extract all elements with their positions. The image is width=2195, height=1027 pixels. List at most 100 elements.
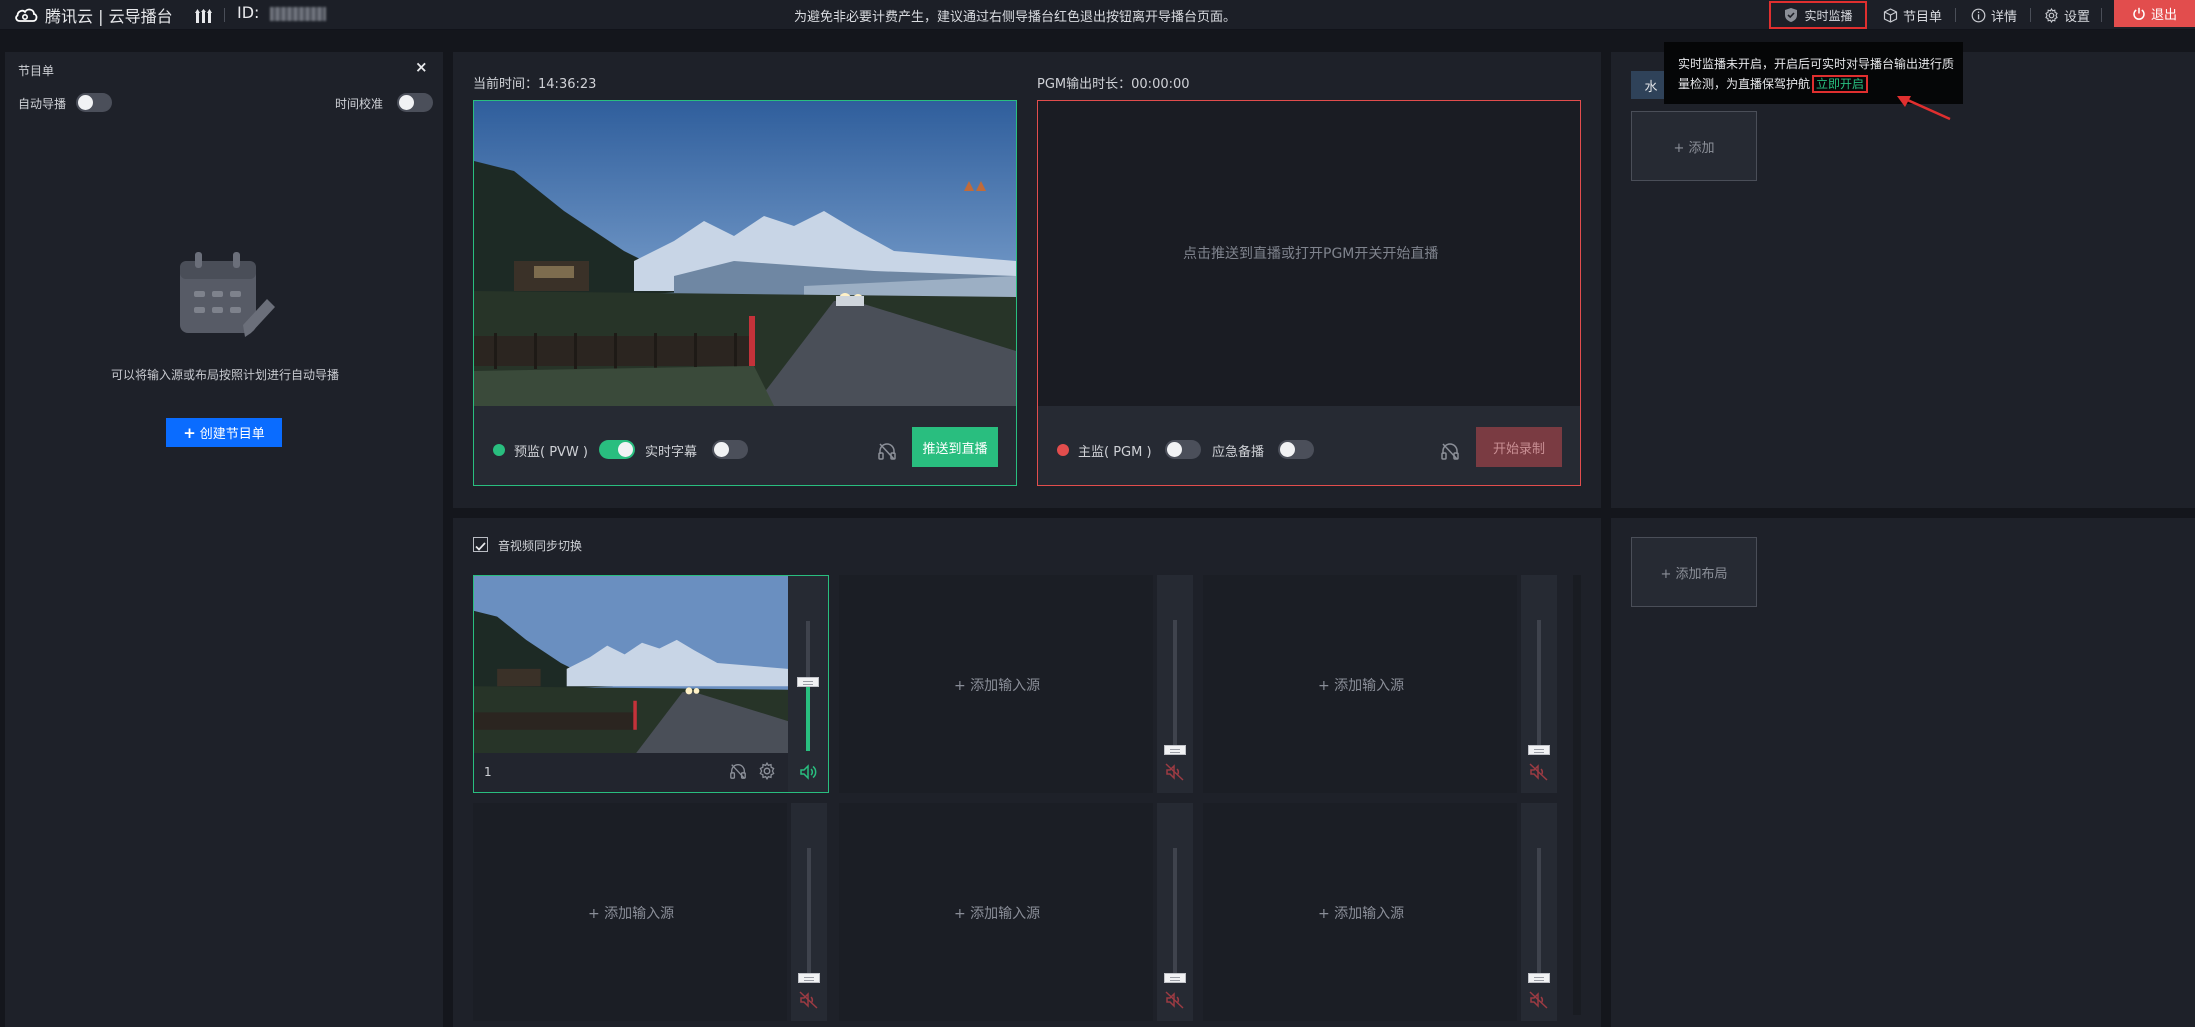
id-label: ID: [237, 3, 260, 22]
close-icon[interactable]: × [415, 58, 428, 76]
add-input-source-button[interactable]: + 添加输入源 [588, 903, 674, 923]
scroll-edge [1573, 575, 1581, 1015]
mute-icon[interactable] [799, 991, 819, 1009]
mute-icon[interactable] [1529, 991, 1549, 1009]
empty-state-text: 可以将输入源或布局按照计划进行自动导播 [111, 368, 340, 382]
time-calibration-label: 时间校准 [335, 97, 384, 111]
mute-icon[interactable] [1529, 763, 1549, 781]
info-icon [1971, 8, 1986, 23]
source-5-volume-fader[interactable] [1157, 803, 1193, 1021]
panel-title: 节目单 [18, 64, 55, 78]
preview-status-label: 预监( PVW ) [514, 445, 588, 460]
subtitle-toggle[interactable] [712, 440, 748, 459]
auto-switch-toggle[interactable] [76, 93, 112, 112]
settings-button[interactable]: 设置 [2044, 5, 2090, 25]
program-toggle[interactable] [1165, 440, 1201, 459]
settings-label: 设置 [2064, 9, 2091, 25]
pgm-duration-label: PGM输出时长：00:00:00 [1037, 73, 1190, 92]
calendar-icon [175, 249, 281, 345]
add-watermark-button[interactable]: + 添加 [1631, 111, 1757, 181]
source-2-volume-fader[interactable] [1157, 575, 1193, 793]
shield-icon [1783, 7, 1799, 23]
top-bar: 腾讯云 | 云导播台 ID: 为避免非必要计费产生，建议通过右侧导播台红色退出按… [0, 0, 2195, 30]
billing-notice: 为避免非必要计费产生，建议通过右侧导播台红色退出按钮离开导播台页面。 [794, 10, 1237, 25]
source-tile-4[interactable]: + 添加输入源 [473, 803, 787, 1021]
divider [2030, 8, 2031, 22]
source-4-volume-fader[interactable] [791, 803, 827, 1021]
sources-panel: 音视频同步切换 1 + 添加输入源 + 添加输入源 + 添加输入源 + 添加输入… [453, 518, 1601, 1027]
exit-label: 退出 [2150, 8, 2177, 23]
tooltip-content: 实时监播未开启，开启后可实时对导播台输出进行质量检测，为直播保驾护航 立即开启 [1678, 54, 1958, 94]
add-input-source-button[interactable]: + 添加输入源 [954, 675, 1040, 695]
auto-switch-label: 自动导播 [18, 97, 67, 111]
add-input-source-button[interactable]: + 添加输入源 [1318, 675, 1404, 695]
add-input-source-button[interactable]: + 添加输入源 [954, 903, 1040, 923]
details-button[interactable]: 详情 [1971, 5, 2017, 25]
source-1-index: 1 [484, 765, 492, 779]
power-icon [2132, 7, 2146, 21]
fader-track [1173, 848, 1177, 978]
start-recording-button[interactable]: 开始录制 [1476, 427, 1562, 467]
gear-icon[interactable] [758, 761, 776, 781]
divider [224, 8, 225, 22]
fader-track [1173, 620, 1177, 750]
headphone-off-icon[interactable] [1440, 441, 1460, 461]
exit-button[interactable]: 退出 [2114, 0, 2195, 27]
source-1-volume-fader[interactable] [788, 576, 828, 792]
fader-level [806, 686, 810, 751]
time-calibration-toggle[interactable] [397, 93, 433, 112]
fader-knob[interactable] [1528, 973, 1550, 983]
cloud-logo-icon [14, 6, 38, 24]
current-time-caption: 当前时间： [473, 77, 539, 92]
sync-checkbox[interactable] [473, 537, 488, 552]
enable-now-link[interactable]: 立即开启 [1812, 75, 1869, 93]
source-3-volume-fader[interactable] [1521, 575, 1557, 793]
headphone-off-icon[interactable] [877, 441, 897, 461]
plus-icon: + [183, 423, 196, 442]
volume-icon[interactable] [799, 763, 817, 781]
current-time-value: 14:36:23 [538, 77, 597, 92]
signal-icon [194, 8, 214, 23]
fader-track [807, 848, 811, 978]
program-list-button[interactable]: 节目单 [1883, 5, 1942, 25]
add-input-source-button[interactable]: + 添加输入源 [1318, 903, 1404, 923]
create-button-label: 创建节目单 [199, 427, 265, 442]
monitor-panel: 当前时间：14:36:23 预监(PVW) 实时字幕 推送到直播 PGM输出… [453, 52, 1601, 508]
fader-knob[interactable] [1528, 745, 1550, 755]
fader-knob[interactable] [1164, 745, 1186, 755]
gear-icon [2044, 7, 2059, 23]
current-time-label: 当前时间：14:36:23 [473, 73, 596, 92]
source-tile-5[interactable]: + 添加输入源 [839, 803, 1153, 1021]
pgm-duration-value: 00:00:00 [1131, 77, 1190, 92]
layout-panel: + 添加布局 [1611, 518, 2195, 1027]
source-6-volume-fader[interactable] [1521, 803, 1557, 1021]
add-layout-button[interactable]: + 添加布局 [1631, 537, 1757, 607]
source-tile-3[interactable]: + 添加输入源 [1203, 575, 1517, 793]
sync-label: 音视频同步切换 [498, 539, 583, 553]
pgm-duration-caption: PGM输出时长： [1037, 77, 1132, 92]
app-brand: 腾讯云 | 云导播台 [45, 7, 173, 26]
create-program-list-button[interactable]: + 创建节目单 [166, 418, 282, 447]
realtime-monitor-button[interactable]: 实时监播 [1769, 1, 1867, 29]
preview-monitor: 预监( PVW ) 实时字幕 推送到直播 [473, 100, 1017, 486]
fader-knob[interactable] [798, 973, 820, 983]
realtime-monitor-label: 实时监播 [1804, 8, 1853, 23]
source-tile-2[interactable]: + 添加输入源 [839, 575, 1153, 793]
mute-icon[interactable] [1165, 763, 1185, 781]
fader-knob[interactable] [797, 677, 819, 687]
fader-knob[interactable] [1164, 973, 1186, 983]
source-1-video[interactable] [474, 576, 788, 753]
program-list-label: 节目单 [1903, 9, 1943, 25]
preview-toggle[interactable] [599, 440, 635, 459]
cube-icon [1883, 7, 1898, 23]
preview-video[interactable] [474, 101, 1016, 406]
source-tile-1[interactable]: 1 [473, 575, 829, 793]
backup-toggle[interactable] [1278, 440, 1314, 459]
push-to-live-button[interactable]: 推送到直播 [912, 427, 998, 467]
program-monitor: 点击推送到直播或打开PGM开关开始直播 主监( PGM ) 应急备播 开始录制 [1037, 100, 1581, 486]
program-video[interactable]: 点击推送到直播或打开PGM开关开始直播 [1038, 101, 1580, 406]
source-tile-6[interactable]: + 添加输入源 [1203, 803, 1517, 1021]
mute-icon[interactable] [1165, 991, 1185, 1009]
subtitle-label: 实时字幕 [645, 445, 698, 460]
headphone-off-icon[interactable] [729, 762, 747, 780]
